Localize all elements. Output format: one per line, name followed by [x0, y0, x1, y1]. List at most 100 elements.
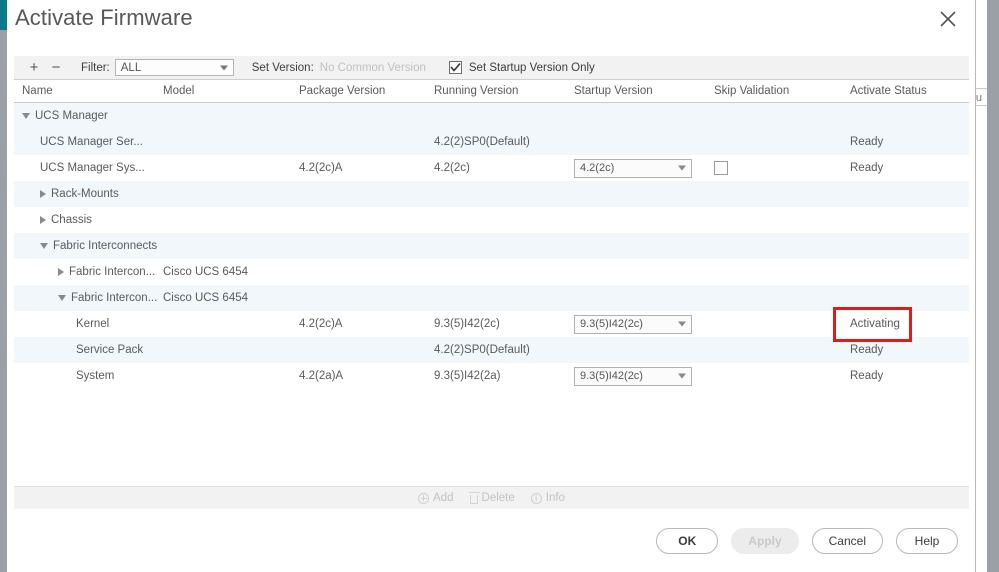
cell-activate-status: Ready — [850, 370, 884, 382]
row-name-label: UCS Manager Sys... — [40, 162, 145, 174]
table-row[interactable]: Fabric Interconnects — [14, 233, 969, 259]
cell-running-version: 9.3(5)I42(2a) — [434, 370, 501, 382]
table-row[interactable]: UCS Manager — [14, 103, 969, 129]
row-name-label: System — [76, 370, 115, 382]
cell-name: Rack-Mounts — [40, 181, 119, 207]
chevron-right-icon[interactable] — [58, 268, 64, 276]
startup-version-select[interactable]: 4.2(2c) — [574, 158, 692, 178]
cell-running-version: 4.2(2)SP0(Default) — [434, 344, 530, 356]
cell-activate-status: Ready — [850, 136, 884, 148]
cell-running-version: 9.3(5)I42(2c) — [434, 318, 500, 330]
column-header-skip-validation[interactable]: Skip Validation — [714, 85, 789, 97]
cell-package-version: 4.2(2a)A — [299, 370, 344, 382]
startup-version-value: 4.2(2c) — [580, 162, 615, 174]
chevron-down-icon — [678, 321, 686, 327]
column-header-name[interactable]: Name — [22, 85, 53, 97]
row-name-label: UCS Manager Ser... — [40, 136, 143, 148]
skip-validation-checkbox[interactable] — [714, 161, 728, 175]
chevron-right-icon[interactable] — [40, 190, 46, 198]
row-name-label: Fabric Interconnects — [53, 240, 158, 252]
table-row[interactable]: Kernel 4.2(2c)A 9.3(5)I42(2c) Activating 9.3… — [14, 311, 969, 337]
cell-model: Cisco UCS 6454 — [163, 266, 249, 278]
cell-startup-version: 9.3(5)I42(2c) — [574, 363, 692, 389]
column-header-startup-version[interactable]: Startup Version — [574, 85, 653, 97]
column-header-package-version[interactable]: Package Version — [299, 85, 385, 97]
table-row[interactable]: Service Pack 4.2(2)SP0(Default) Ready — [14, 337, 969, 363]
set-version-label: Set Version: — [251, 61, 314, 74]
cell-activate-status: Activating — [850, 318, 900, 330]
table-body: UCS Manager UCS Manager Ser... 4.2(2)SP0(D… — [14, 103, 969, 389]
table-header-row: Name Model Package Version Running Version S… — [14, 80, 969, 103]
chevron-down-icon[interactable] — [58, 295, 66, 301]
activate-firmware-dialog: Activate Firmware + − Filter: ALL Set Ve… — [7, 0, 976, 572]
table-row[interactable]: System 4.2(2a)A 9.3(5)I42(2a) Ready 9.3(5)I4… — [14, 363, 969, 389]
cell-name: Kernel — [76, 311, 109, 337]
cell-running-version: 4.2(2)SP0(Default) — [434, 136, 530, 148]
add-button[interactable]: Add — [418, 492, 454, 504]
column-header-model[interactable]: Model — [163, 85, 194, 97]
filter-value: ALL — [120, 61, 142, 74]
delete-button-label: Delete — [481, 492, 515, 504]
row-name-label: UCS Manager — [35, 110, 108, 122]
plus-icon[interactable]: + — [23, 57, 45, 79]
table-action-bar: Add Delete i Info — [14, 486, 969, 509]
info-button[interactable]: i Info — [530, 492, 565, 504]
table-row[interactable]: Fabric Intercon... Cisco UCS 6454 — [14, 285, 969, 311]
startup-version-select[interactable]: 9.3(5)I42(2c) — [574, 366, 692, 386]
chevron-down-icon — [678, 165, 686, 171]
row-name-label: Service Pack — [76, 344, 144, 356]
column-header-running-version[interactable]: Running Version — [434, 85, 518, 97]
cell-package-version: 4.2(2c)A — [299, 162, 343, 174]
column-header-activate-status[interactable]: Activate Status — [850, 85, 927, 97]
cell-name: Fabric Intercon... — [58, 259, 155, 285]
minus-icon[interactable]: − — [45, 57, 67, 79]
ok-button[interactable]: OK — [656, 528, 719, 554]
dialog-header: Activate Firmware — [7, 0, 975, 48]
page-title: Activate Firmware — [15, 5, 193, 30]
table-row[interactable]: Fabric Intercon... Cisco UCS 6454 — [14, 259, 969, 285]
filter-select[interactable]: ALL — [114, 59, 234, 76]
chevron-down-icon — [678, 373, 686, 379]
table-row[interactable]: Rack-Mounts — [14, 181, 969, 207]
cell-package-version: 4.2(2c)A — [299, 318, 343, 330]
row-name-label: Fabric Intercon... — [69, 266, 156, 278]
close-icon[interactable] — [935, 6, 961, 32]
cell-name: UCS Manager Ser... — [40, 129, 143, 155]
table-row[interactable]: UCS Manager Ser... 4.2(2)SP0(Default) Read… — [14, 129, 969, 155]
startup-version-select[interactable]: 9.3(5)I42(2c) — [574, 314, 692, 334]
row-name-label: Kernel — [76, 318, 110, 330]
help-button[interactable]: Help — [896, 528, 958, 554]
background-divider-bottom — [975, 105, 987, 106]
set-startup-version-only-label: Set Startup Version Only — [468, 61, 595, 74]
table-toolbar: + − Filter: ALL Set Version: No Common V… — [14, 56, 969, 80]
cell-activate-status: Ready — [850, 344, 884, 356]
cell-name: Fabric Interconnects — [40, 233, 157, 259]
chevron-down-icon — [219, 65, 228, 70]
info-circle-icon: i — [530, 492, 542, 504]
cell-name: UCS Manager — [22, 103, 108, 129]
cell-name: Fabric Intercon... — [58, 285, 157, 311]
background-right-rail — [987, 0, 999, 572]
chevron-down-icon[interactable] — [22, 113, 30, 119]
cell-model: Cisco UCS 6454 — [163, 292, 249, 304]
cell-name: Service Pack — [76, 337, 143, 363]
row-name-label: Chassis — [51, 214, 92, 226]
table-row[interactable]: Chassis — [14, 207, 969, 233]
dialog-footer: OK Apply Cancel Help — [7, 510, 975, 572]
apply-button: Apply — [731, 528, 799, 554]
filter-label: Filter: — [81, 61, 110, 74]
cell-activate-status: Ready — [850, 162, 884, 174]
chevron-down-icon[interactable] — [40, 243, 48, 249]
chevron-right-icon[interactable] — [40, 216, 46, 224]
background-right-panel — [975, 0, 987, 572]
cell-startup-version: 9.3(5)I42(2c) — [574, 311, 692, 337]
add-circle-icon — [418, 492, 430, 504]
delete-button[interactable]: Delete — [469, 491, 515, 504]
cancel-button[interactable]: Cancel — [811, 528, 883, 554]
set-startup-version-only-checkbox[interactable] — [448, 61, 462, 74]
startup-version-value: 9.3(5)I42(2c) — [580, 370, 643, 382]
firmware-table: Name Model Package Version Running Version S… — [14, 80, 969, 484]
cell-running-version: 4.2(2c) — [434, 162, 470, 174]
background-accent-bar — [0, 0, 7, 30]
table-row[interactable]: UCS Manager Sys... 4.2(2c)A 4.2(2c) Ready 4.… — [14, 155, 969, 181]
